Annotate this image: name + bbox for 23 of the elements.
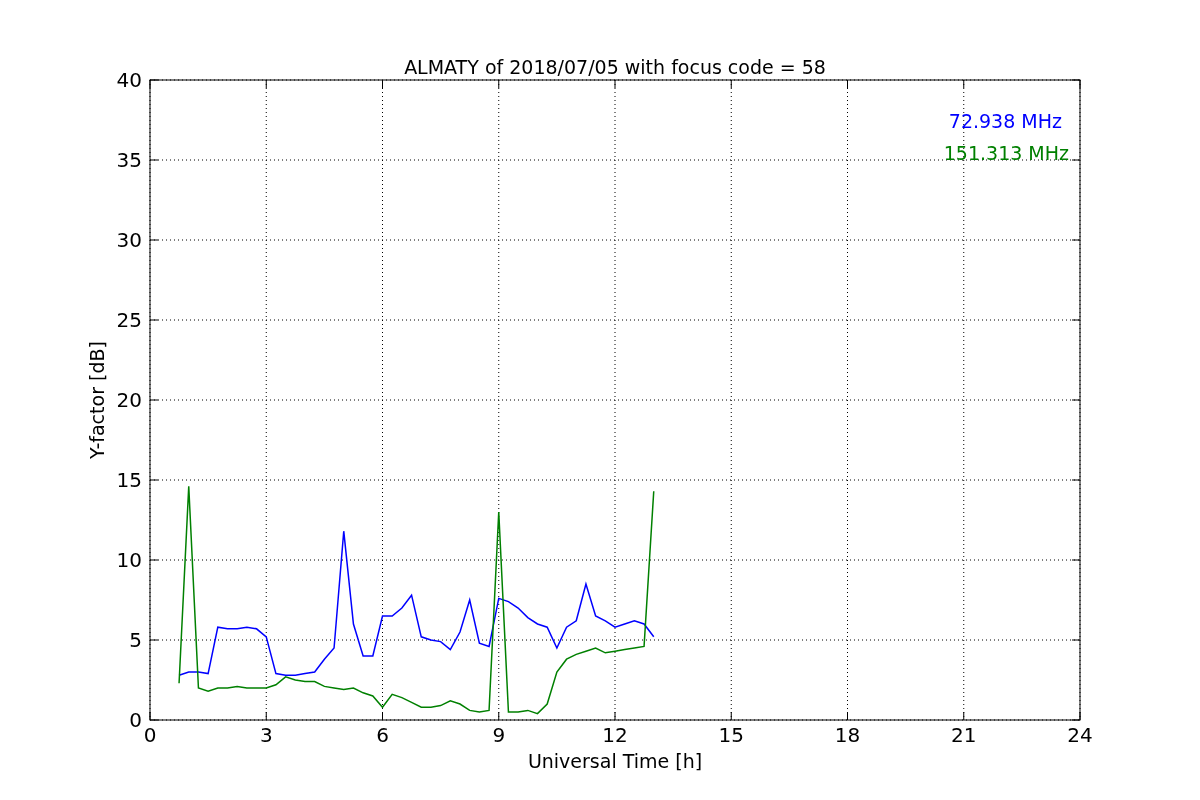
tick-label: 18 xyxy=(834,723,861,747)
tick-label: 6 xyxy=(376,723,389,747)
tick-label: 40 xyxy=(116,68,142,92)
tick-label: 0 xyxy=(143,723,157,747)
tick-label: 10 xyxy=(116,548,142,572)
series-label: 151.313 MHz xyxy=(943,142,1069,164)
tick-label: 12 xyxy=(602,723,628,747)
series-label: 72.938 MHz xyxy=(948,110,1062,132)
tick-label: 25 xyxy=(116,308,142,332)
tick-label: 15 xyxy=(718,723,744,747)
axis-title: Y-factor [dB] xyxy=(86,341,108,459)
tick-label: 5 xyxy=(129,628,142,652)
tick-label: 20 xyxy=(116,388,142,412)
tick-label: 35 xyxy=(116,148,142,172)
chart-title: ALMATY of 2018/07/05 with focus code = 58 xyxy=(404,56,826,78)
axis-title: Universal Time [h] xyxy=(527,750,703,772)
tick-label: 15 xyxy=(116,468,142,492)
tick-label: 30 xyxy=(116,228,142,252)
tick-label: 9 xyxy=(492,723,506,747)
tick-label: 3 xyxy=(259,723,273,747)
tick-label: 24 xyxy=(1067,723,1093,747)
tick-label: 21 xyxy=(951,723,977,747)
tick-label: 0 xyxy=(129,708,142,732)
